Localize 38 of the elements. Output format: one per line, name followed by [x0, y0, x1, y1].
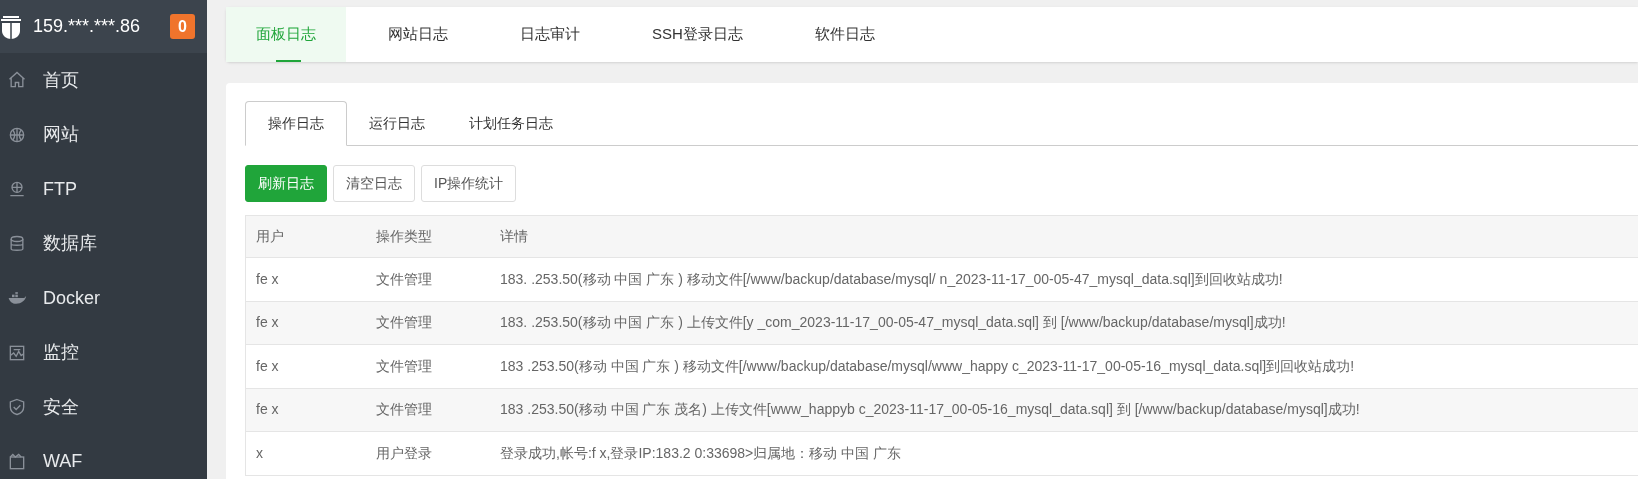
nav-item[interactable]: FTP	[0, 162, 207, 217]
nav-item[interactable]: 数据库	[0, 216, 207, 271]
table-cell-text: fe x	[255, 356, 280, 376]
table-cell-text: 登录成功,帐号:f x,登录IP:183.2 0:33698>归属地：移动 中国 广东	[499, 443, 902, 463]
table-cell-text: 183. .253.50(移动 中国 广东 ) 移动文件[/www/backup/database/mysql/ n_2023-11-17_00-05-47_mysql_data.sql]到回收站成功!	[499, 269, 1283, 289]
tab[interactable]: 计划任务日志	[447, 101, 575, 145]
table-cell-text: 文件管理	[375, 313, 433, 333]
table-cell-text: 文件管理	[375, 400, 433, 420]
tab[interactable]: 运行日志	[347, 101, 447, 145]
table-cell-text: fe x	[255, 313, 280, 333]
column-header: 详情	[499, 227, 528, 246]
active-tab-underline	[276, 60, 301, 62]
tab[interactable]: 日志审计	[490, 7, 610, 62]
toolbar-button[interactable]: 清空日志	[333, 165, 415, 202]
tab[interactable]: 网站日志	[358, 7, 478, 62]
table-cell-text: 183. .253.50(移动 中国 广东 ) 上传文件[y _com_2023-11-17_00-05-47_mysql_data.sql] 到 [/www/backup/database/mysql]成功!	[499, 313, 1286, 333]
nav-item[interactable]: 网站	[0, 107, 207, 162]
tab[interactable]: SSH登录日志	[622, 7, 773, 62]
shield-icon	[7, 397, 27, 418]
nav-item[interactable]: 首页	[0, 53, 207, 108]
nav-item[interactable]: WAF	[0, 434, 207, 479]
column-header: 操作类型	[375, 227, 433, 246]
nav-item[interactable]: Docker	[0, 271, 207, 326]
table-cell-text: 用户登录	[375, 443, 433, 463]
nav-item[interactable]: 监控	[0, 325, 207, 380]
table-cell-text: 文件管理	[375, 356, 433, 376]
table-cell-text: fe x	[255, 400, 280, 420]
column-header: 用户	[255, 227, 285, 246]
host-address: 159.***.***.86	[33, 15, 141, 38]
table-cell-text: fe x	[255, 269, 280, 289]
table-cell-text: 文件管理	[375, 269, 433, 289]
tab[interactable]: 软件日志	[784, 7, 905, 62]
toolbar-button[interactable]: IP操作统计	[421, 165, 517, 202]
tab[interactable]: 操作日志	[245, 101, 347, 146]
table-cell-text: 183 .253.50(移动 中国 广东 茂名) 上传文件[www_happyb c_2023-11-17_00-05-16_mysql_data.sql] 到 [/www/backup/database/mysql]成功!	[499, 400, 1360, 420]
table-cell-text: 183 .253.50(移动 中国 广东 ) 移动文件[/www/backup/database/mysql/www_happy c_2023-11-17_00-05-16_mysql_data.sql]到回收站成功!	[499, 356, 1355, 376]
table-cell-text: x	[255, 443, 264, 463]
nav-item[interactable]: 安全	[0, 380, 207, 435]
